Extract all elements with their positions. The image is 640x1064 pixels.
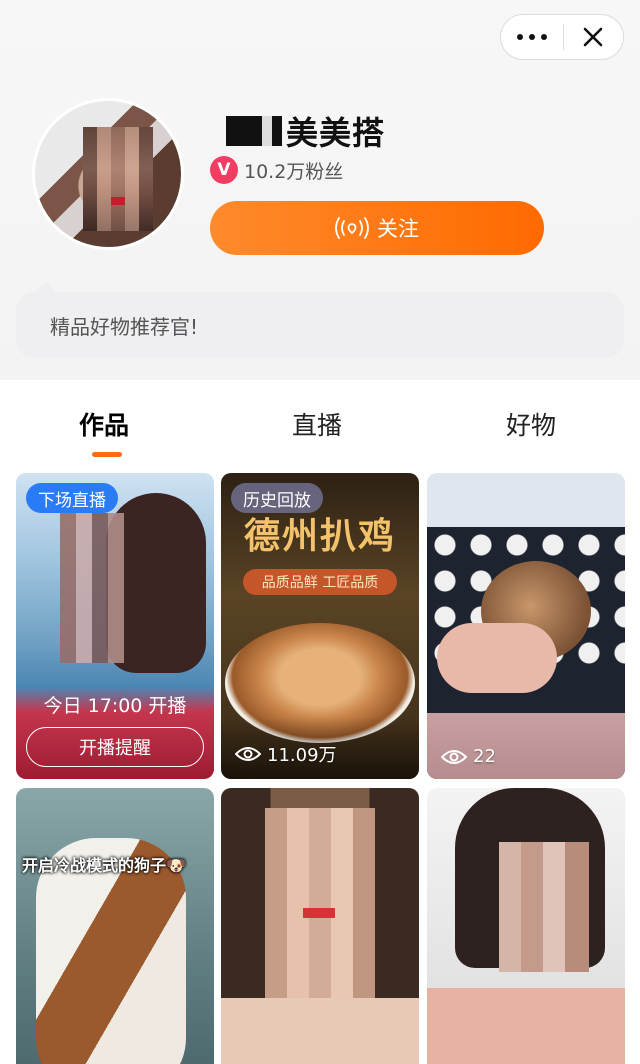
view-count: 22 <box>441 746 496 767</box>
mini-program-capsule <box>500 14 624 60</box>
tab-bar: 作品 直播 好物 <box>0 400 640 460</box>
content-card-live-preview[interactable]: 下场直播 今日 17:00 开播 开播提醒 <box>16 473 214 779</box>
bio-bubble: 精品好物推荐官! <box>16 282 624 358</box>
avatar-face-mosaic <box>83 127 153 231</box>
avatar[interactable] <box>32 98 184 250</box>
more-icon[interactable] <box>501 15 563 59</box>
follow-button[interactable]: 关注 <box>210 201 544 255</box>
content-card-video[interactable]: 开启冷战模式的狗子🐶 <box>16 788 214 1064</box>
name-redaction <box>226 116 282 146</box>
bio-text: 精品好物推荐官! <box>50 314 199 339</box>
tab-works[interactable]: 作品 <box>79 406 129 442</box>
view-count-text: 22 <box>473 746 496 767</box>
card-photo-face-mosaic <box>499 842 589 972</box>
eye-icon <box>235 747 261 761</box>
fans-count-text: 10.2万粉丝 <box>244 160 344 183</box>
profile-name: 美美搭 <box>226 108 385 154</box>
live-reminder-button[interactable]: 开播提醒 <box>26 727 204 767</box>
follow-button-label: 关注 <box>377 217 419 241</box>
content-card-replay[interactable]: 德州扒鸡 品质品鲜 工匠品质 历史回放 11.09万 <box>221 473 419 779</box>
eye-icon <box>441 749 467 764</box>
card-photo-sweater <box>427 988 625 1064</box>
card-photo-lips <box>303 908 335 918</box>
view-count-text: 11.09万 <box>267 745 337 766</box>
next-live-tag: 下场直播 <box>26 483 118 513</box>
hand-photo <box>437 623 557 693</box>
close-icon[interactable] <box>563 15 623 59</box>
video-overlay-caption: 开启冷战模式的狗子🐶 <box>22 856 186 875</box>
replay-cover-subtitle: 品质品鲜 工匠品质 <box>243 569 397 595</box>
card-photo-face-mosaic <box>265 808 375 998</box>
content-card-video[interactable] <box>427 788 625 1064</box>
live-start-time: 今日 17:00 开播 <box>43 695 187 717</box>
fans-count: V 10.2万粉丝 <box>210 156 343 184</box>
live-wave-icon <box>335 217 369 239</box>
profile-name-text: 美美搭 <box>286 114 386 152</box>
replay-tag: 历史回放 <box>231 483 323 513</box>
card-photo-sweater <box>221 998 419 1064</box>
replay-cover-headline: 德州扒鸡 <box>243 515 396 557</box>
view-count: 11.09万 <box>235 741 337 767</box>
content-card-video[interactable] <box>221 788 419 1064</box>
tab-active-indicator <box>92 452 122 457</box>
verified-icon: V <box>210 156 238 184</box>
avatar-lips <box>111 197 125 205</box>
card-photo-face-mosaic <box>60 513 124 663</box>
tab-live[interactable]: 直播 <box>292 406 342 442</box>
tab-goods[interactable]: 好物 <box>506 406 556 442</box>
content-card-video[interactable]: 22 <box>427 473 625 779</box>
